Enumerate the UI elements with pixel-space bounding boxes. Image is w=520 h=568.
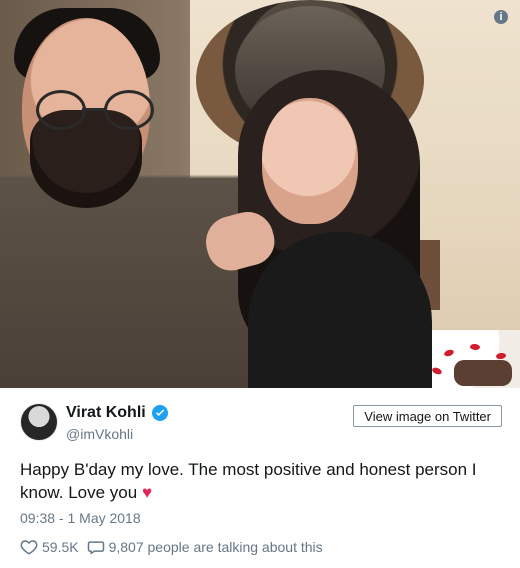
red-heart-emoji: ♥ bbox=[141, 483, 153, 502]
comments-text[interactable]: 9,807 people are talking about this bbox=[109, 539, 323, 555]
avatar[interactable] bbox=[20, 403, 58, 441]
author-name[interactable]: Virat Kohli bbox=[66, 404, 146, 422]
photo-glasses-lens bbox=[36, 90, 86, 130]
view-image-on-twitter-button[interactable]: View image on Twitter bbox=[353, 405, 502, 427]
comment-action[interactable]: 9,807 people are talking about this bbox=[87, 538, 323, 556]
speech-bubble-icon[interactable] bbox=[87, 538, 105, 556]
tweet-text-body: Happy B'day my love. The most positive a… bbox=[20, 460, 477, 502]
tweet-content: Virat Kohli @imVkohli View image on Twit… bbox=[0, 388, 520, 568]
photo-glasses-bridge bbox=[82, 108, 106, 111]
photo-cake bbox=[454, 360, 512, 386]
tweet-embed-card: i Virat Kohli @imVkohli View image on Tw… bbox=[0, 0, 520, 568]
like-action[interactable]: 59.5K bbox=[20, 538, 79, 556]
photo-glasses-lens bbox=[104, 90, 154, 130]
tweet-actions: 59.5K 9,807 people are talking about thi… bbox=[20, 538, 323, 556]
photo-person-right-face bbox=[262, 98, 358, 224]
tweet-timestamp[interactable]: 09:38 - 1 May 2018 bbox=[20, 510, 141, 526]
photo-glasses bbox=[30, 90, 156, 134]
tweet-photo[interactable]: i bbox=[0, 0, 520, 388]
tweet-text: Happy B'day my love. The most positive a… bbox=[20, 458, 495, 504]
like-count: 59.5K bbox=[42, 539, 79, 555]
author-name-row[interactable]: Virat Kohli bbox=[66, 404, 168, 422]
info-icon[interactable]: i bbox=[494, 10, 508, 24]
heart-outline-icon[interactable] bbox=[20, 538, 38, 556]
author-handle[interactable]: @imVkohli bbox=[66, 426, 133, 442]
verified-badge-icon bbox=[151, 405, 168, 421]
